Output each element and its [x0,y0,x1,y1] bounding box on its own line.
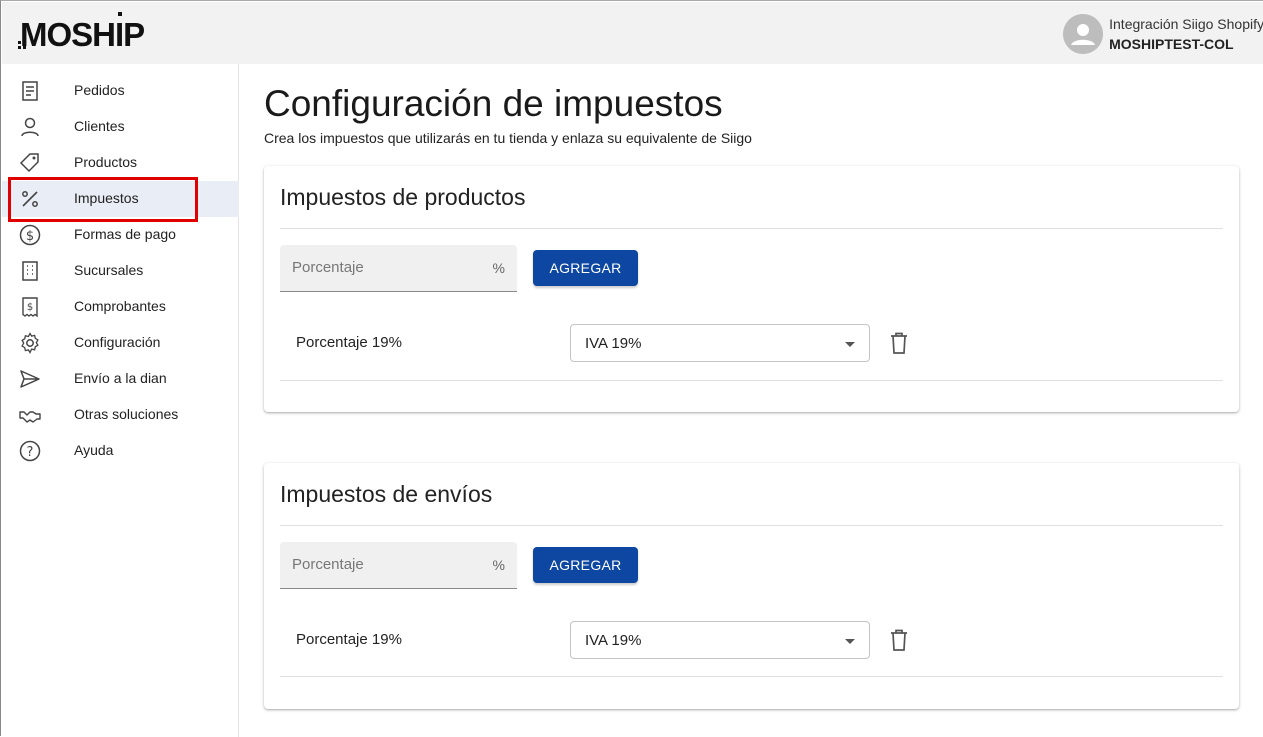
send-icon [20,370,40,388]
sidebar-item-label: Comprobantes [74,298,166,314]
add-shipping-tax-button[interactable]: AGREGAR [533,547,638,583]
building-icon [22,261,38,281]
sidebar-item-label: Pedidos [74,82,125,98]
percentage-field[interactable]: % [280,245,517,292]
siigo-tax-select[interactable]: IVA 19% [570,324,870,362]
sidebar-item-label: Clientes [74,118,125,134]
sidebar: Pedidos Clientes Productos Impuestos $ F… [2,64,239,737]
trash-icon[interactable] [888,628,910,652]
sidebar-item-label: Productos [74,154,138,170]
user-avatar-icon [1063,14,1104,54]
siigo-tax-select[interactable]: IVA 19% [570,621,870,659]
sidebar-item-clientes[interactable]: Clientes [2,109,239,145]
shipping-taxes-card: Impuestos de envíos % AGREGAR Porcentaje… [264,463,1239,709]
top-header: MOSHIP Integración Siigo Shopify MOSHIPT… [2,2,1263,64]
trash-icon[interactable] [888,331,910,355]
percent-suffix: % [492,557,505,573]
svg-text:MOSHIP: MOSHIP [20,16,144,52]
sidebar-item-label: Otras soluciones [74,406,179,422]
card-title: Impuestos de envíos [280,481,493,507]
tax-row-label: Porcentaje 19% [296,631,402,648]
tag-icon [19,153,39,173]
sidebar-item-otras-soluciones[interactable]: Otras soluciones [2,397,239,433]
handshake-icon [19,411,41,423]
divider [280,228,1223,229]
percentage-input[interactable] [292,259,482,276]
help-circle-icon: ? [19,440,41,462]
store-name: MOSHIPTEST-COL [1109,36,1234,52]
receipt-icon [22,81,38,101]
user-menu[interactable]: Integración Siigo Shopify MOSHIPTEST-COL [1063,14,1263,54]
select-value: IVA 19% [585,335,642,352]
impuestos-highlight-box [8,177,198,222]
tax-row-label: Porcentaje 19% [296,334,402,351]
divider [280,380,1223,381]
sidebar-item-ayuda[interactable]: ? Ayuda [2,433,239,469]
sidebar-item-configuracion[interactable]: Configuración [2,325,239,361]
sidebar-item-formas-de-pago[interactable]: $ Formas de pago [2,217,239,253]
page-title: Configuración de impuestos [264,83,723,124]
percentage-field[interactable]: % [280,542,517,589]
receipt-dollar-icon: $ [22,297,38,318]
product-taxes-card: Impuestos de productos % AGREGAR Porcent… [264,166,1239,412]
sidebar-item-label: Ayuda [74,442,114,458]
dropdown-caret-icon [845,639,855,644]
avatar[interactable] [1063,14,1104,54]
divider [280,525,1223,526]
add-product-tax-button[interactable]: AGREGAR [533,250,638,286]
sidebar-item-label: Envío a la dian [74,370,167,386]
sidebar-item-label: Sucursales [74,262,144,278]
person-icon [21,117,39,137]
sidebar-item-pedidos[interactable]: Pedidos [2,73,239,109]
sidebar-item-label: Configuración [74,334,161,350]
divider [280,676,1223,677]
percentage-input[interactable] [292,556,482,573]
sidebar-item-envio-dian[interactable]: Envío a la dian [2,361,239,397]
svg-text:?: ? [27,445,34,460]
card-title: Impuestos de productos [280,184,526,210]
sidebar-item-productos[interactable]: Productos [2,145,239,181]
gear-icon [21,332,39,354]
svg-text:$: $ [27,302,33,313]
svg-text:$: $ [26,229,34,244]
percent-suffix: % [492,260,505,276]
sidebar-item-comprobantes[interactable]: $ Comprobantes [2,289,239,325]
sidebar-item-sucursales[interactable]: Sucursales [2,253,239,289]
sidebar-item-label: Formas de pago [74,226,176,242]
dollar-circle-icon: $ [19,224,41,246]
select-value: IVA 19% [585,632,642,649]
user-name: Integración Siigo Shopify [1109,16,1263,32]
page-subtitle: Crea los impuestos que utilizarás en tu … [264,130,752,146]
app-window: MOSHIP Integración Siigo Shopify MOSHIPT… [0,0,1263,737]
moship-logo[interactable]: MOSHIP [18,12,158,52]
dropdown-caret-icon [845,342,855,347]
